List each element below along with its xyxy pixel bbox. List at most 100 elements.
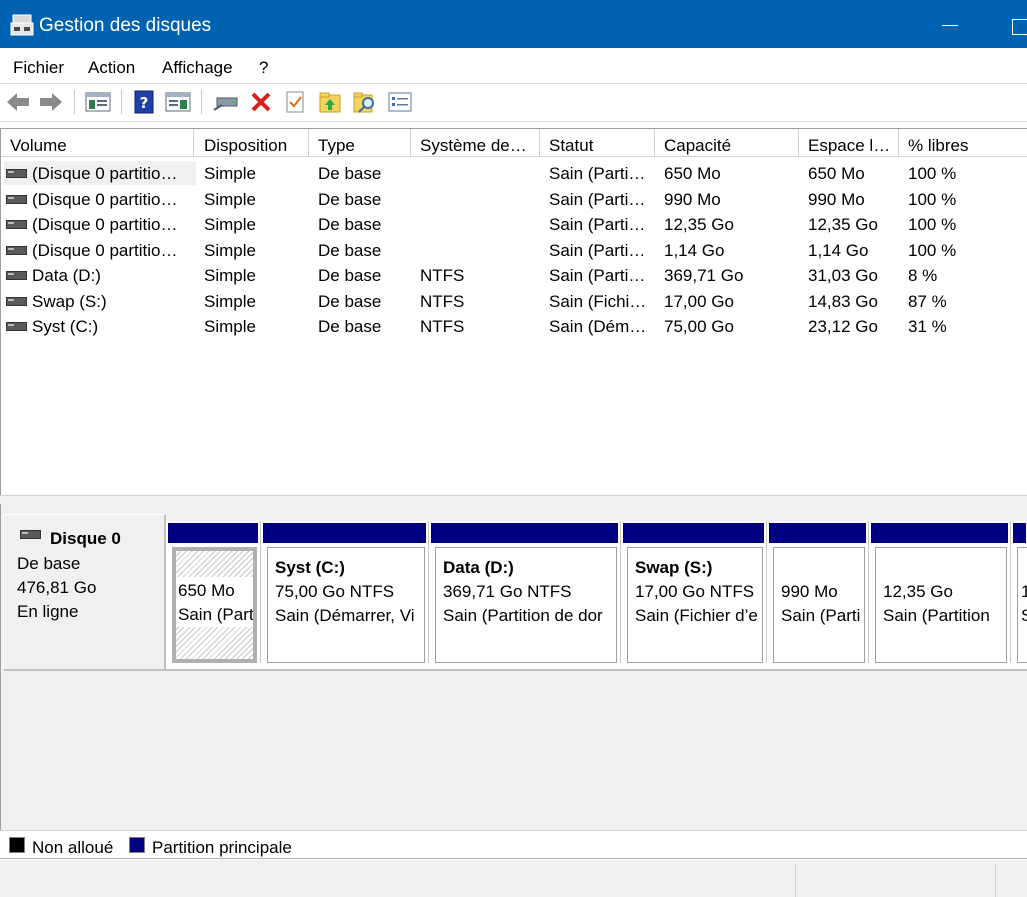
disk-info-panel[interactable]: Disque 0 De base 476,81 Go En ligne: [3, 514, 166, 671]
cell-volume: (Disque 0 partitio…: [32, 215, 178, 234]
partition-block[interactable]: 12,35 Go Sain (Partition: [869, 521, 1011, 663]
column-header-disposition[interactable]: Disposition: [195, 129, 309, 157]
cell-statut: Sain (Dém…: [549, 317, 647, 336]
properties-check-icon[interactable]: [283, 90, 307, 114]
cell-type: De base: [318, 189, 382, 209]
cell-statut: Sain (Parti…: [549, 240, 646, 260]
cell-capacite: 75,00 Go: [664, 317, 734, 336]
status-separator: [795, 864, 796, 897]
cell-statut: Sain (Parti…: [549, 189, 646, 209]
primary-partition-swatch: [129, 837, 145, 853]
window-title: Gestion des disques: [39, 15, 212, 36]
partition-block[interactable]: Data (D:) 369,71 Go NTFS Sain (Partition…: [429, 521, 621, 663]
menu-action[interactable]: Action: [88, 58, 135, 78]
table-row[interactable]: Data (D:) Simple De base NTFS Sain (Part…: [1, 262, 1027, 288]
cell-filesystem: NTFS: [420, 317, 465, 336]
cell-espace-libre: 990 Mo: [808, 189, 865, 209]
partition-type-bar: [168, 523, 258, 543]
help-icon[interactable]: ?: [132, 90, 156, 114]
column-header-filesystem[interactable]: Système de…: [411, 129, 540, 157]
partition-name: Data (D:): [443, 558, 514, 577]
menu-fichier[interactable]: Fichier: [13, 58, 64, 78]
column-header-espace-libre[interactable]: Espace l…: [799, 129, 899, 157]
menu-bar: Fichier Action Affichage ?: [0, 48, 1027, 84]
partition-block[interactable]: Swap (S:) 17,00 Go NTFS Sain (Fichier d’…: [621, 521, 767, 663]
partition-type-bar: [263, 523, 426, 543]
cell-pct-libres: 100 %: [908, 189, 957, 209]
cell-espace-libre: 14,83 Go: [808, 291, 878, 311]
cell-type: De base: [318, 164, 382, 183]
partition-type-bar: [871, 523, 1008, 543]
cell-capacite: 17,00 Go: [664, 291, 734, 311]
drive-icon: [6, 271, 27, 280]
console-tree-icon[interactable]: [84, 90, 112, 114]
disk-size: 476,81 Go: [17, 578, 97, 597]
table-row[interactable]: (Disque 0 partitio… Simple De base Sain …: [1, 237, 1027, 263]
partition-block[interactable]: 990 Mo Sain (Parti: [767, 521, 869, 663]
volume-list: Volume Disposition Type Système de… Stat…: [0, 128, 1027, 498]
cell-espace-libre: 23,12 Go: [808, 317, 878, 336]
cell-volume: Syst (C:): [32, 317, 99, 336]
partition-body: 1 S: [1017, 547, 1027, 663]
menu-help[interactable]: ?: [259, 58, 268, 78]
cell-filesystem: NTFS: [420, 266, 465, 285]
unallocated-swatch: [9, 837, 25, 853]
partition-block[interactable]: 650 Mo Sain (Part: [166, 521, 261, 663]
cell-statut: Sain (Fichi…: [549, 291, 647, 311]
cell-capacite: 12,35 Go: [664, 215, 734, 234]
table-row[interactable]: (Disque 0 partitio… Simple De base Sain …: [1, 211, 1027, 237]
disk-name: Disque 0: [50, 529, 121, 548]
partition-size: 17,00 Go NTFS: [635, 582, 755, 601]
list-settings-icon[interactable]: [387, 90, 413, 114]
connect-drive-icon[interactable]: [212, 90, 240, 114]
column-header-statut[interactable]: Statut: [540, 129, 655, 157]
table-row[interactable]: (Disque 0 partitio… Simple De base Sain …: [1, 160, 1027, 186]
table-row[interactable]: Syst (C:) Simple De base NTFS Sain (Dém……: [1, 313, 1027, 339]
cell-type: De base: [318, 240, 382, 260]
legend-primary-label: Partition principale: [152, 838, 292, 857]
menu-affichage[interactable]: Affichage: [162, 58, 233, 78]
folder-up-icon[interactable]: [318, 90, 342, 114]
column-header-pct-libres[interactable]: % libres: [899, 129, 1027, 157]
table-row[interactable]: Swap (S:) Simple De base NTFS Sain (Fich…: [1, 288, 1027, 314]
column-header-capacite[interactable]: Capacité: [655, 129, 799, 157]
action-pane-icon[interactable]: [164, 90, 192, 114]
cell-disposition: Simple: [204, 317, 256, 336]
cell-volume: (Disque 0 partitio…: [32, 189, 178, 209]
pane-splitter[interactable]: [0, 495, 1027, 504]
toolbar-separator: [201, 90, 202, 114]
cell-disposition: Simple: [204, 164, 256, 183]
status-separator: [995, 864, 996, 897]
cell-disposition: Simple: [204, 189, 256, 209]
forward-arrow-icon[interactable]: [38, 90, 64, 114]
drive-icon: [6, 245, 27, 255]
minimize-button[interactable]: [932, 8, 968, 42]
cell-volume: Swap (S:): [32, 291, 107, 311]
partition-size: 1: [1021, 582, 1027, 602]
drive-icon: [6, 296, 27, 306]
partition-block[interactable]: 1 S: [1011, 521, 1027, 663]
disk-management-app-icon: [10, 14, 34, 36]
back-arrow-icon[interactable]: [5, 90, 31, 114]
cell-statut: Sain (Parti…: [549, 164, 646, 183]
folder-search-icon[interactable]: [352, 90, 378, 114]
column-header-volume[interactable]: Volume: [1, 129, 194, 157]
partition-size: 75,00 Go NTFS: [275, 582, 395, 601]
cell-espace-libre: 12,35 Go: [808, 215, 878, 234]
partition-size: 650 Mo: [178, 581, 235, 600]
partition-block[interactable]: Syst (C:) 75,00 Go NTFS Sain (Démarrer, …: [261, 521, 429, 663]
delete-icon[interactable]: [249, 90, 273, 114]
cell-pct-libres: 100 %: [908, 240, 957, 260]
table-row[interactable]: (Disque 0 partitio… Simple De base Sain …: [1, 186, 1027, 212]
drive-icon: [6, 169, 27, 178]
partition-body: 12,35 Go Sain (Partition: [875, 547, 1007, 663]
toolbar: ?: [0, 84, 1027, 122]
cell-disposition: Simple: [204, 240, 256, 260]
drive-icon: [6, 220, 27, 229]
partition-status: S: [1021, 606, 1027, 626]
drive-icon: [6, 322, 27, 331]
maximize-button[interactable]: [1000, 8, 1027, 42]
partition-status: Sain (Partition de dor: [443, 606, 603, 625]
column-header-type[interactable]: Type: [309, 129, 411, 157]
cell-capacite: 990 Mo: [664, 189, 721, 209]
